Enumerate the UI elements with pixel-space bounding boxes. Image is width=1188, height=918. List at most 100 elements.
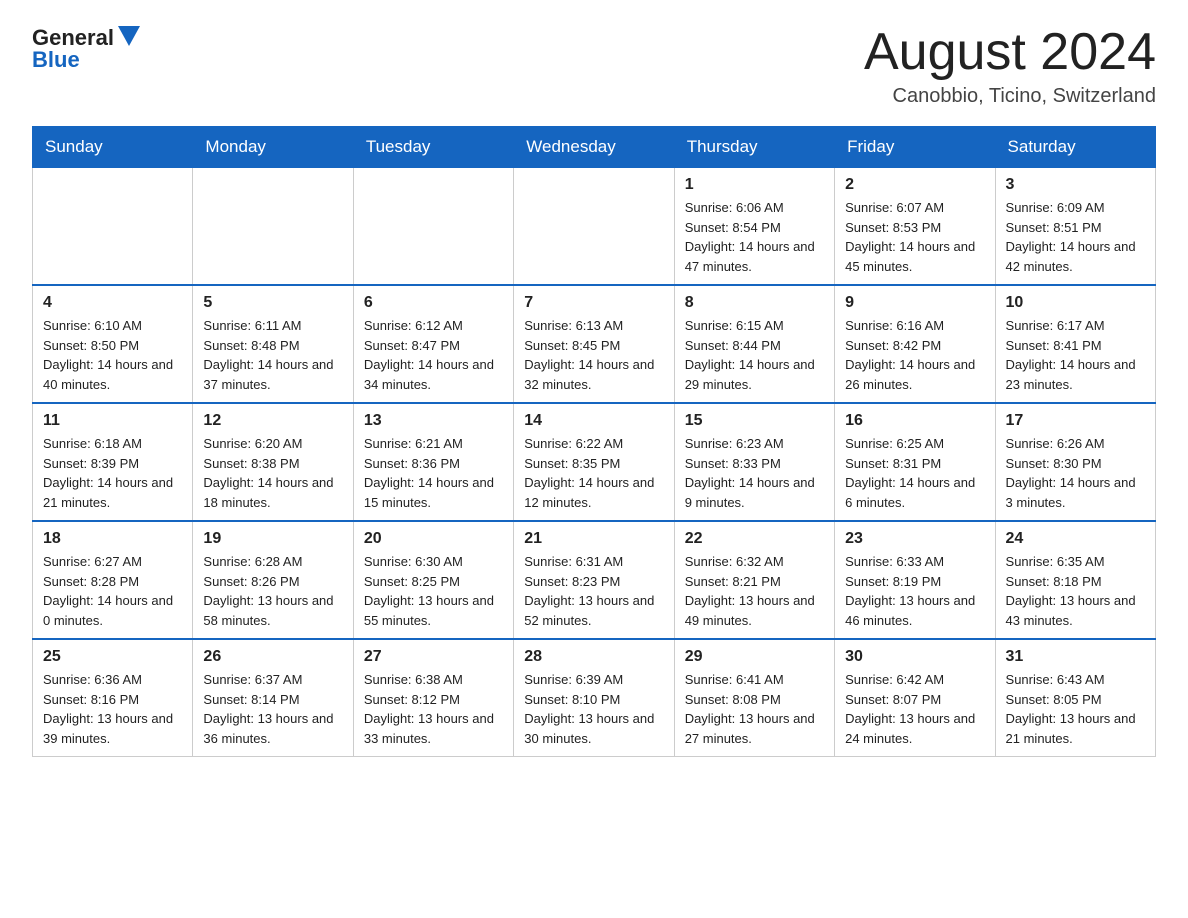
calendar-cell bbox=[353, 168, 513, 286]
day-number: 1 bbox=[685, 176, 824, 194]
calendar-cell: 20Sunrise: 6:30 AMSunset: 8:25 PMDayligh… bbox=[353, 521, 513, 639]
header-right: August 2024 Canobbio, Ticino, Switzerlan… bbox=[864, 24, 1156, 108]
day-info: Sunrise: 6:37 AMSunset: 8:14 PMDaylight:… bbox=[203, 670, 342, 748]
day-number: 4 bbox=[43, 294, 182, 312]
calendar-cell: 18Sunrise: 6:27 AMSunset: 8:28 PMDayligh… bbox=[33, 521, 193, 639]
day-number: 14 bbox=[524, 412, 663, 430]
calendar-cell bbox=[514, 168, 674, 286]
day-info: Sunrise: 6:43 AMSunset: 8:05 PMDaylight:… bbox=[1006, 670, 1145, 748]
day-info: Sunrise: 6:26 AMSunset: 8:30 PMDaylight:… bbox=[1006, 434, 1145, 512]
day-number: 31 bbox=[1006, 648, 1145, 666]
day-info: Sunrise: 6:11 AMSunset: 8:48 PMDaylight:… bbox=[203, 316, 342, 394]
day-number: 2 bbox=[845, 176, 984, 194]
day-info: Sunrise: 6:23 AMSunset: 8:33 PMDaylight:… bbox=[685, 434, 824, 512]
day-info: Sunrise: 6:12 AMSunset: 8:47 PMDaylight:… bbox=[364, 316, 503, 394]
calendar-cell: 6 Sunrise: 6:12 AMSunset: 8:47 PMDaylight… bbox=[353, 285, 513, 403]
day-number: 8 bbox=[685, 294, 824, 312]
calendar-week-row: 11 Sunrise: 6:18 AMSunset: 8:39 PMDayligh… bbox=[33, 403, 1156, 521]
calendar-cell: 25Sunrise: 6:36 AMSunset: 8:16 PMDayligh… bbox=[33, 639, 193, 757]
day-info: Sunrise: 6:06 AMSunset: 8:54 PMDaylight:… bbox=[685, 198, 824, 276]
day-info: Sunrise: 6:10 AMSunset: 8:50 PMDaylight:… bbox=[43, 316, 182, 394]
calendar-cell: 22 Sunrise: 6:32 AMSunset: 8:21 PMDayligh… bbox=[674, 521, 834, 639]
day-info: Sunrise: 6:42 AMSunset: 8:07 PMDaylight:… bbox=[845, 670, 984, 748]
calendar-cell: 17 Sunrise: 6:26 AMSunset: 8:30 PMDayligh… bbox=[995, 403, 1155, 521]
calendar-cell bbox=[33, 168, 193, 286]
calendar-cell: 12 Sunrise: 6:20 AMSunset: 8:38 PMDayligh… bbox=[193, 403, 353, 521]
day-number: 21 bbox=[524, 530, 663, 548]
day-info: Sunrise: 6:09 AMSunset: 8:51 PMDaylight:… bbox=[1006, 198, 1145, 276]
day-number: 16 bbox=[845, 412, 984, 430]
day-info: Sunrise: 6:27 AMSunset: 8:28 PMDaylight:… bbox=[43, 552, 182, 630]
day-number: 22 bbox=[685, 530, 824, 548]
day-number: 19 bbox=[203, 530, 342, 548]
page-header: General Blue August 2024 Canobbio, Ticin… bbox=[32, 24, 1156, 108]
calendar-header-tuesday: Tuesday bbox=[353, 127, 513, 168]
day-number: 6 bbox=[364, 294, 503, 312]
day-info: Sunrise: 6:31 AMSunset: 8:23 PMDaylight:… bbox=[524, 552, 663, 630]
day-number: 30 bbox=[845, 648, 984, 666]
calendar-cell: 3 Sunrise: 6:09 AMSunset: 8:51 PMDaylight… bbox=[995, 168, 1155, 286]
day-info: Sunrise: 6:38 AMSunset: 8:12 PMDaylight:… bbox=[364, 670, 503, 748]
calendar-cell: 13 Sunrise: 6:21 AMSunset: 8:36 PMDayligh… bbox=[353, 403, 513, 521]
calendar-week-row: 4 Sunrise: 6:10 AMSunset: 8:50 PMDaylight… bbox=[33, 285, 1156, 403]
day-info: Sunrise: 6:20 AMSunset: 8:38 PMDaylight:… bbox=[203, 434, 342, 512]
calendar-cell: 1 Sunrise: 6:06 AMSunset: 8:54 PMDaylight… bbox=[674, 168, 834, 286]
logo-blue-text: Blue bbox=[32, 47, 80, 73]
day-info: Sunrise: 6:16 AMSunset: 8:42 PMDaylight:… bbox=[845, 316, 984, 394]
calendar-cell: 8 Sunrise: 6:15 AMSunset: 8:44 PMDaylight… bbox=[674, 285, 834, 403]
logo: General Blue bbox=[32, 24, 140, 73]
calendar-cell: 29Sunrise: 6:41 AMSunset: 8:08 PMDayligh… bbox=[674, 639, 834, 757]
calendar-cell: 23Sunrise: 6:33 AMSunset: 8:19 PMDayligh… bbox=[835, 521, 995, 639]
location-title: Canobbio, Ticino, Switzerland bbox=[864, 85, 1156, 108]
day-info: Sunrise: 6:17 AMSunset: 8:41 PMDaylight:… bbox=[1006, 316, 1145, 394]
calendar-cell: 14 Sunrise: 6:22 AMSunset: 8:35 PMDayligh… bbox=[514, 403, 674, 521]
calendar-week-row: 18Sunrise: 6:27 AMSunset: 8:28 PMDayligh… bbox=[33, 521, 1156, 639]
calendar-cell: 31 Sunrise: 6:43 AMSunset: 8:05 PMDayligh… bbox=[995, 639, 1155, 757]
calendar-header-thursday: Thursday bbox=[674, 127, 834, 168]
day-number: 23 bbox=[845, 530, 984, 548]
calendar-cell: 19 Sunrise: 6:28 AMSunset: 8:26 PMDayligh… bbox=[193, 521, 353, 639]
calendar-cell: 21 Sunrise: 6:31 AMSunset: 8:23 PMDayligh… bbox=[514, 521, 674, 639]
day-info: Sunrise: 6:13 AMSunset: 8:45 PMDaylight:… bbox=[524, 316, 663, 394]
calendar-week-row: 25Sunrise: 6:36 AMSunset: 8:16 PMDayligh… bbox=[33, 639, 1156, 757]
day-number: 28 bbox=[524, 648, 663, 666]
calendar-header-wednesday: Wednesday bbox=[514, 127, 674, 168]
calendar-cell: 4 Sunrise: 6:10 AMSunset: 8:50 PMDaylight… bbox=[33, 285, 193, 403]
day-number: 3 bbox=[1006, 176, 1145, 194]
day-info: Sunrise: 6:25 AMSunset: 8:31 PMDaylight:… bbox=[845, 434, 984, 512]
calendar-cell bbox=[193, 168, 353, 286]
day-info: Sunrise: 6:28 AMSunset: 8:26 PMDaylight:… bbox=[203, 552, 342, 630]
day-number: 20 bbox=[364, 530, 503, 548]
calendar-header-sunday: Sunday bbox=[33, 127, 193, 168]
calendar-header-saturday: Saturday bbox=[995, 127, 1155, 168]
day-info: Sunrise: 6:41 AMSunset: 8:08 PMDaylight:… bbox=[685, 670, 824, 748]
calendar-cell: 10 Sunrise: 6:17 AMSunset: 8:41 PMDayligh… bbox=[995, 285, 1155, 403]
calendar-cell: 30 Sunrise: 6:42 AMSunset: 8:07 PMDayligh… bbox=[835, 639, 995, 757]
day-number: 17 bbox=[1006, 412, 1145, 430]
calendar-cell: 28Sunrise: 6:39 AMSunset: 8:10 PMDayligh… bbox=[514, 639, 674, 757]
day-info: Sunrise: 6:21 AMSunset: 8:36 PMDaylight:… bbox=[364, 434, 503, 512]
calendar-cell: 27 Sunrise: 6:38 AMSunset: 8:12 PMDayligh… bbox=[353, 639, 513, 757]
day-number: 12 bbox=[203, 412, 342, 430]
calendar-cell: 9 Sunrise: 6:16 AMSunset: 8:42 PMDaylight… bbox=[835, 285, 995, 403]
day-info: Sunrise: 6:18 AMSunset: 8:39 PMDaylight:… bbox=[43, 434, 182, 512]
day-number: 7 bbox=[524, 294, 663, 312]
day-number: 15 bbox=[685, 412, 824, 430]
day-number: 11 bbox=[43, 412, 182, 430]
day-number: 26 bbox=[203, 648, 342, 666]
calendar-cell: 5 Sunrise: 6:11 AMSunset: 8:48 PMDaylight… bbox=[193, 285, 353, 403]
day-info: Sunrise: 6:32 AMSunset: 8:21 PMDaylight:… bbox=[685, 552, 824, 630]
calendar-cell: 7 Sunrise: 6:13 AMSunset: 8:45 PMDaylight… bbox=[514, 285, 674, 403]
day-number: 9 bbox=[845, 294, 984, 312]
day-number: 27 bbox=[364, 648, 503, 666]
day-info: Sunrise: 6:22 AMSunset: 8:35 PMDaylight:… bbox=[524, 434, 663, 512]
day-info: Sunrise: 6:35 AMSunset: 8:18 PMDaylight:… bbox=[1006, 552, 1145, 630]
day-info: Sunrise: 6:15 AMSunset: 8:44 PMDaylight:… bbox=[685, 316, 824, 394]
day-info: Sunrise: 6:07 AMSunset: 8:53 PMDaylight:… bbox=[845, 198, 984, 276]
day-number: 13 bbox=[364, 412, 503, 430]
calendar-table: SundayMondayTuesdayWednesdayThursdayFrid… bbox=[32, 126, 1156, 757]
day-number: 10 bbox=[1006, 294, 1145, 312]
day-number: 25 bbox=[43, 648, 182, 666]
month-title: August 2024 bbox=[864, 24, 1156, 81]
day-number: 5 bbox=[203, 294, 342, 312]
